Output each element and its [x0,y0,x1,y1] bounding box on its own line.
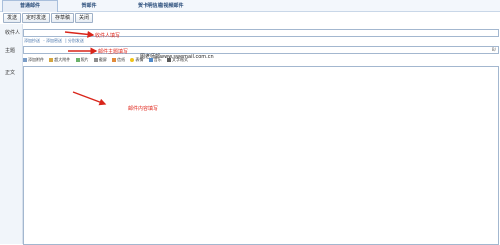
screenshot-button[interactable]: 截屏 [93,57,107,62]
scissors-icon [93,58,98,62]
close-button[interactable]: 关闭 [75,13,94,23]
body-editor[interactable] [23,66,499,245]
music-button[interactable]: 音乐 [148,57,162,62]
scheduled-send-button[interactable]: 定时发送 [22,13,51,23]
save-draft-button[interactable]: 存草稿 [51,13,75,23]
subject-label: 主题 [5,48,16,54]
subject-format-toggle[interactable]: B/ [492,47,496,52]
large-attach-button[interactable]: 超大附件 [49,57,70,62]
annotation-subject: 邮件主题填写 [98,49,129,55]
photo-icon [75,58,80,62]
to-label: 收件人 [5,30,21,36]
smiley-icon [130,58,135,62]
tab-greeting-mail[interactable]: 贺邮件 [64,1,114,11]
action-toolbar: 发送 定时发送 存草稿 关闭 [0,12,500,23]
editor-toolbar: 添加附件 超大附件 照片 截屏 信纸 表情 音乐 文字格式 [23,57,497,64]
emoticon-button[interactable]: 表情 [130,57,143,62]
attach-button[interactable]: 添加附件 [23,57,44,62]
subject-field[interactable]: B/ [23,46,499,54]
body-label: 正文 [5,70,16,76]
stationery-icon [112,58,117,62]
annotation-body: 邮件内容填写 [128,106,159,112]
large-file-icon [49,58,54,62]
music-icon [148,58,153,62]
text-format-icon [166,58,171,62]
stationery-button[interactable]: 信纸 [112,57,125,62]
field-label-column [0,24,23,244]
photo-button[interactable]: 照片 [75,57,89,62]
tab-av-mail[interactable]: 音视频邮件 [146,1,196,11]
send-button[interactable]: 发送 [3,13,22,23]
add-bcc-link[interactable]: - 添加密送 [43,38,62,43]
annotation-recipient: 收件人填写 [95,33,121,39]
paperclip-icon [23,58,27,62]
add-cc-link[interactable]: 添加抄送 [24,38,40,43]
compose-type-tabs: 普通邮件 贺邮件 贺卡 明信片 音视频邮件 [0,0,500,12]
recipient-extra-links: 添加抄送 - 添加密送 | 分别发送 [24,38,86,44]
tab-normal-mail[interactable]: 普通邮件 [2,0,58,12]
text-format-button[interactable]: 文字格式 [166,57,188,62]
separate-send-link[interactable]: | 分别发送 [65,38,84,43]
